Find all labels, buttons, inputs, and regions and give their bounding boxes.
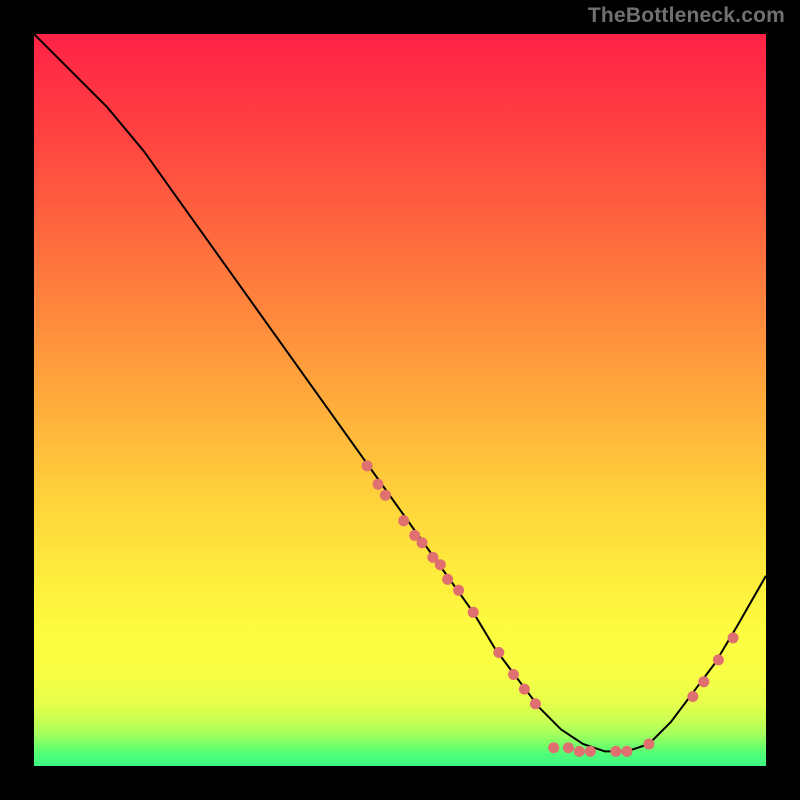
marker-dot bbox=[643, 739, 654, 750]
marker-dot bbox=[493, 647, 504, 658]
marker-dot bbox=[362, 460, 373, 471]
marker-dot bbox=[398, 515, 409, 526]
marker-dot bbox=[548, 742, 559, 753]
marker-dot bbox=[563, 742, 574, 753]
marker-dot bbox=[610, 746, 621, 757]
chart-canvas: TheBottleneck.com bbox=[0, 0, 800, 800]
marker-dot bbox=[508, 669, 519, 680]
marker-dot bbox=[687, 691, 698, 702]
watermark-text: TheBottleneck.com bbox=[588, 4, 785, 28]
marker-dot bbox=[698, 676, 709, 687]
marker-dot bbox=[621, 746, 632, 757]
marker-dot bbox=[373, 479, 384, 490]
marker-dot bbox=[713, 654, 724, 665]
marker-dot bbox=[453, 585, 464, 596]
marker-dot bbox=[728, 632, 739, 643]
plot-area bbox=[34, 34, 766, 766]
marker-dot bbox=[417, 537, 428, 548]
chart-svg bbox=[34, 34, 766, 766]
marker-dot bbox=[435, 559, 446, 570]
gradient-background bbox=[34, 34, 766, 766]
marker-dot bbox=[468, 607, 479, 618]
marker-dot bbox=[530, 698, 541, 709]
marker-dot bbox=[380, 490, 391, 501]
marker-dot bbox=[574, 746, 585, 757]
marker-dot bbox=[519, 684, 530, 695]
marker-dot bbox=[442, 574, 453, 585]
marker-dot bbox=[585, 746, 596, 757]
